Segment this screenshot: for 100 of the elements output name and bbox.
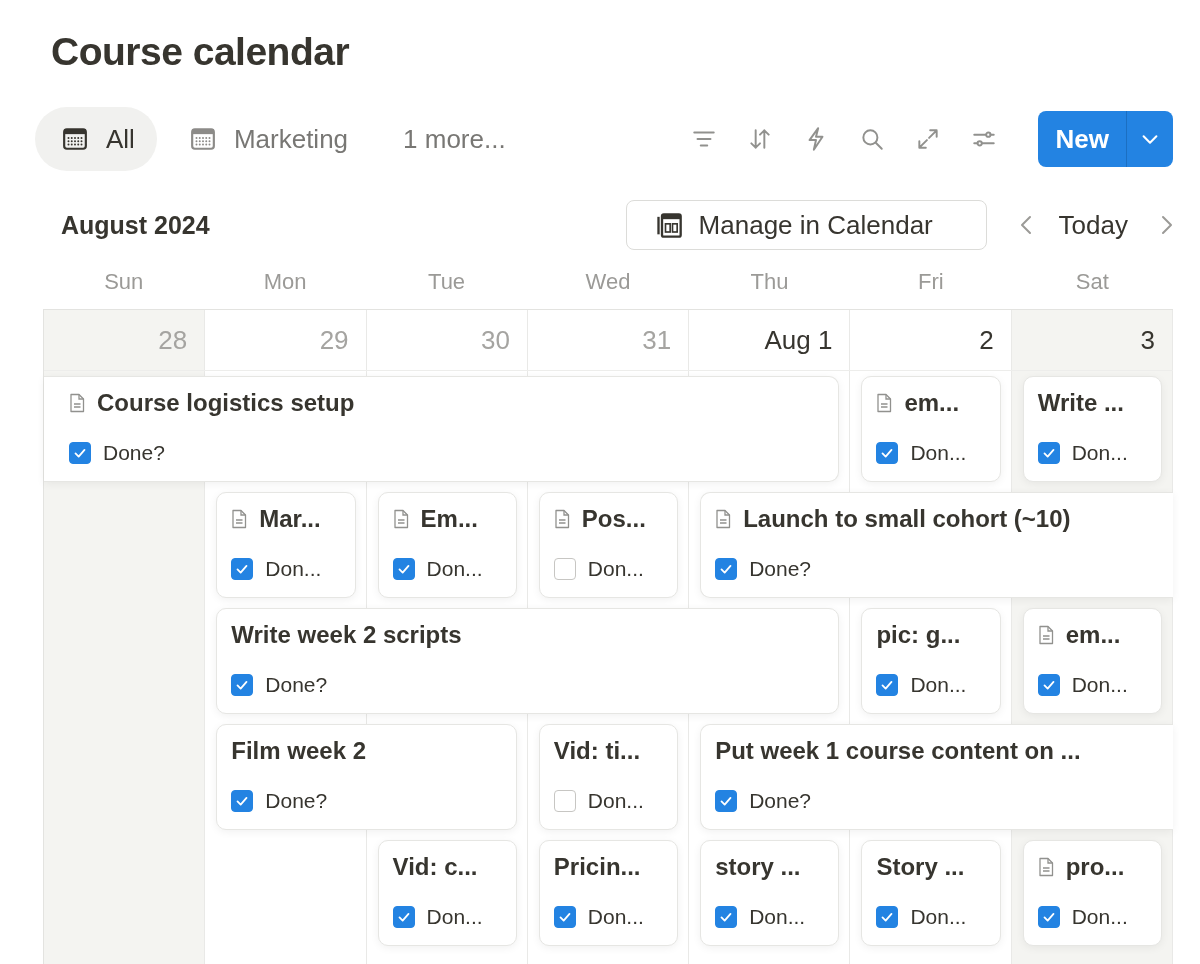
event-title: Course logistics setup xyxy=(97,389,355,417)
done-checkbox[interactable] xyxy=(553,790,576,812)
event-title: Put week 1 course content on ... xyxy=(715,737,1081,765)
event-title: story ... xyxy=(715,853,801,881)
event-card[interactable]: pro... Don... xyxy=(1022,840,1162,946)
done-checkbox[interactable] xyxy=(876,674,899,696)
done-checkbox[interactable] xyxy=(876,906,899,928)
event-title: Write week 2 scripts xyxy=(231,621,462,649)
event-card[interactable]: em... Don... xyxy=(861,376,1001,482)
done-checkbox[interactable] xyxy=(715,790,738,812)
page-icon xyxy=(876,393,893,413)
weekday-label: Sat xyxy=(1075,269,1109,295)
done-checkbox[interactable] xyxy=(69,442,91,464)
view-tab[interactable]: Marketing xyxy=(162,107,371,171)
page-icon xyxy=(715,509,732,529)
weekday-label: Wed xyxy=(585,269,631,295)
done-label: Don... xyxy=(910,905,967,929)
event-card[interactable]: Vid: ti... Don... xyxy=(538,724,679,830)
done-checkbox[interactable] xyxy=(876,442,899,464)
view-tab[interactable]: All xyxy=(35,107,157,171)
event-card[interactable]: story ... Don... xyxy=(700,840,840,946)
done-label: Done? xyxy=(103,441,165,465)
done-checkbox[interactable] xyxy=(231,790,254,812)
event-title: em... xyxy=(904,389,960,417)
done-checkbox[interactable] xyxy=(553,906,576,928)
done-label: Don... xyxy=(910,441,967,465)
done-label: Done? xyxy=(749,557,812,581)
event-title: Vid: ti... xyxy=(553,737,641,765)
page-icon xyxy=(553,509,570,529)
done-label: Done? xyxy=(265,789,328,813)
event-title: Em... xyxy=(420,505,478,533)
done-label: Done? xyxy=(749,789,812,813)
event-title: Launch to small cohort (~10) xyxy=(743,505,1071,533)
day-number: 29 xyxy=(319,324,349,356)
event-title: Story ... xyxy=(876,853,965,881)
calendar-icon xyxy=(654,211,683,239)
event-card[interactable]: em... Don... xyxy=(1022,608,1162,714)
more-views-button[interactable]: 1 more... xyxy=(376,107,528,171)
done-checkbox[interactable] xyxy=(553,558,576,580)
weekday-label: Fri xyxy=(918,269,944,295)
done-label: Don... xyxy=(265,557,322,581)
event-title: Vid: c... xyxy=(392,853,478,881)
event-card[interactable]: Write week 2 scripts Done? xyxy=(216,608,840,714)
new-button[interactable]: New xyxy=(1037,111,1127,167)
manage-in-calendar-button[interactable]: Manage in Calendar xyxy=(625,200,987,250)
page-icon xyxy=(1037,625,1054,645)
done-label: Don... xyxy=(426,905,483,929)
event-title: Mar... xyxy=(259,505,321,533)
done-label: Don... xyxy=(426,557,483,581)
day-number: 30 xyxy=(480,324,510,356)
done-checkbox[interactable] xyxy=(231,558,254,580)
event-title: pic: g... xyxy=(876,621,961,649)
event-card[interactable]: Story ... Don... xyxy=(861,840,1001,946)
today-button[interactable]: Today xyxy=(1048,209,1138,241)
done-checkbox[interactable] xyxy=(1037,674,1060,696)
weekday-label: Thu xyxy=(750,269,789,295)
event-card[interactable]: Em... Don... xyxy=(377,492,517,598)
done-checkbox[interactable] xyxy=(715,558,738,580)
done-checkbox[interactable] xyxy=(715,906,738,928)
weekday-label: Sun xyxy=(104,269,144,295)
event-card[interactable]: Launch to small cohort (~10) Done? xyxy=(700,492,1173,598)
event-card[interactable]: Put week 1 course content on ... Done? xyxy=(700,724,1173,830)
new-dropdown-button[interactable] xyxy=(1127,111,1173,167)
event-title: pro... xyxy=(1065,853,1125,881)
done-label: Don... xyxy=(910,673,967,697)
calendar-icon xyxy=(189,126,216,152)
done-label: Don... xyxy=(587,905,644,929)
event-card[interactable]: Write ... Don... xyxy=(1022,376,1162,482)
calendar-icon xyxy=(62,126,88,152)
done-label: Don... xyxy=(587,789,644,813)
day-number: Aug 1 xyxy=(764,324,833,356)
event-card[interactable]: Pricin... Don... xyxy=(538,840,679,946)
event-title: Write ... xyxy=(1037,389,1124,417)
event-card[interactable]: Course logistics setup Done? xyxy=(44,376,840,482)
page-title: Course calendar xyxy=(50,29,351,75)
day-number: 3 xyxy=(1140,324,1155,356)
done-label: Don... xyxy=(1071,441,1128,465)
done-label: Don... xyxy=(1071,905,1128,929)
page-icon xyxy=(392,509,409,529)
done-checkbox[interactable] xyxy=(1037,442,1060,464)
done-checkbox[interactable] xyxy=(392,558,415,580)
month-label: August 2024 xyxy=(61,210,210,240)
event-card[interactable]: Mar... Don... xyxy=(216,492,356,598)
event-title: Film week 2 xyxy=(231,737,366,765)
event-title: em... xyxy=(1065,621,1121,649)
day-number: 2 xyxy=(979,324,994,356)
done-label: Don... xyxy=(587,557,644,581)
done-checkbox[interactable] xyxy=(392,906,415,928)
day-number: 31 xyxy=(642,324,672,356)
page-icon xyxy=(1037,857,1054,877)
done-checkbox[interactable] xyxy=(231,674,254,696)
event-card[interactable]: Film week 2 Done? xyxy=(216,724,517,830)
day-number: 28 xyxy=(158,324,188,356)
page-icon xyxy=(231,509,248,529)
done-label: Done? xyxy=(265,673,328,697)
event-card[interactable]: Pos... Don... xyxy=(538,492,679,598)
done-label: Don... xyxy=(1071,673,1128,697)
done-checkbox[interactable] xyxy=(1037,906,1060,928)
event-card[interactable]: Vid: c... Don... xyxy=(377,840,517,946)
event-card[interactable]: pic: g... Don... xyxy=(861,608,1001,714)
